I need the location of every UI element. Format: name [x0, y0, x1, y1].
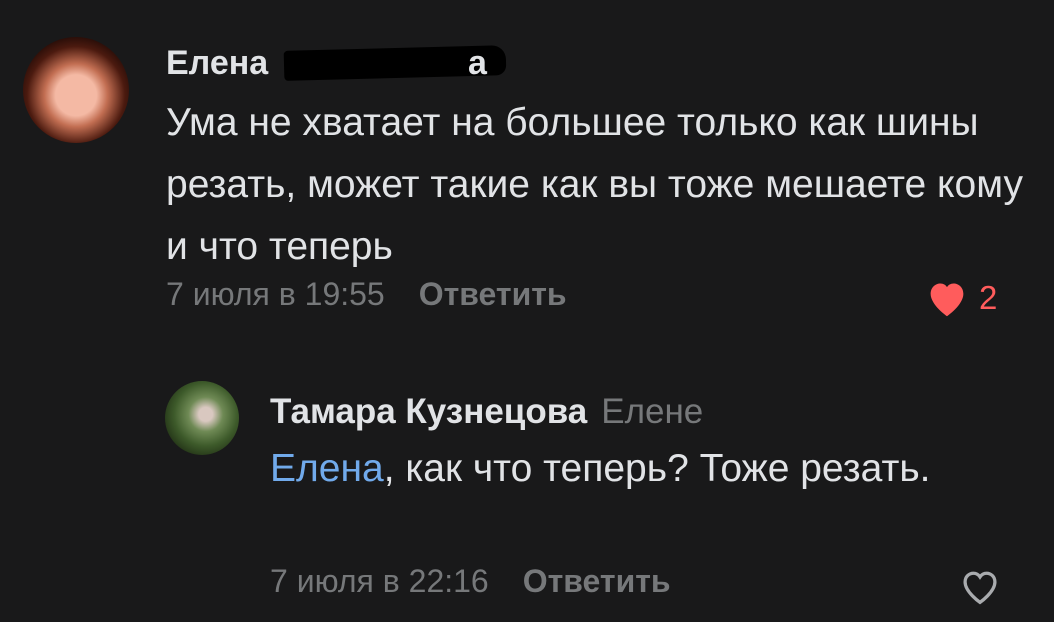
comment-author[interactable]: Елена — [166, 44, 268, 83]
reply-meta: 7 июля в 22:16 Ответить — [270, 563, 671, 600]
mention-link[interactable]: Елена — [270, 447, 384, 490]
like-button-2[interactable] — [958, 566, 1002, 611]
reply-to[interactable]: Елене — [601, 392, 703, 431]
reply-button[interactable]: Ответить — [419, 276, 567, 312]
like-button[interactable]: 2 — [925, 278, 997, 318]
like-count: 2 — [979, 279, 998, 316]
reply-author[interactable]: Тамара Кузнецова Елене — [270, 392, 703, 432]
reply-time: 7 июля в 22:16 — [270, 563, 489, 599]
reply-text: Елена, как что теперь? Тоже резать. — [270, 447, 931, 490]
author-suffix: а — [468, 44, 487, 82]
comment-time: 7 июля в 19:55 — [166, 276, 385, 312]
avatar-tamara[interactable] — [165, 381, 239, 455]
comment-meta: 7 июля в 19:55 Ответить — [166, 276, 567, 313]
avatar-elena[interactable] — [23, 37, 129, 143]
heart-outline-icon — [963, 571, 997, 605]
comment-text: Ума не хватает на большее только как шин… — [166, 101, 1023, 268]
reply-button-2[interactable]: Ответить — [523, 563, 671, 599]
heart-filled-icon — [930, 283, 964, 317]
